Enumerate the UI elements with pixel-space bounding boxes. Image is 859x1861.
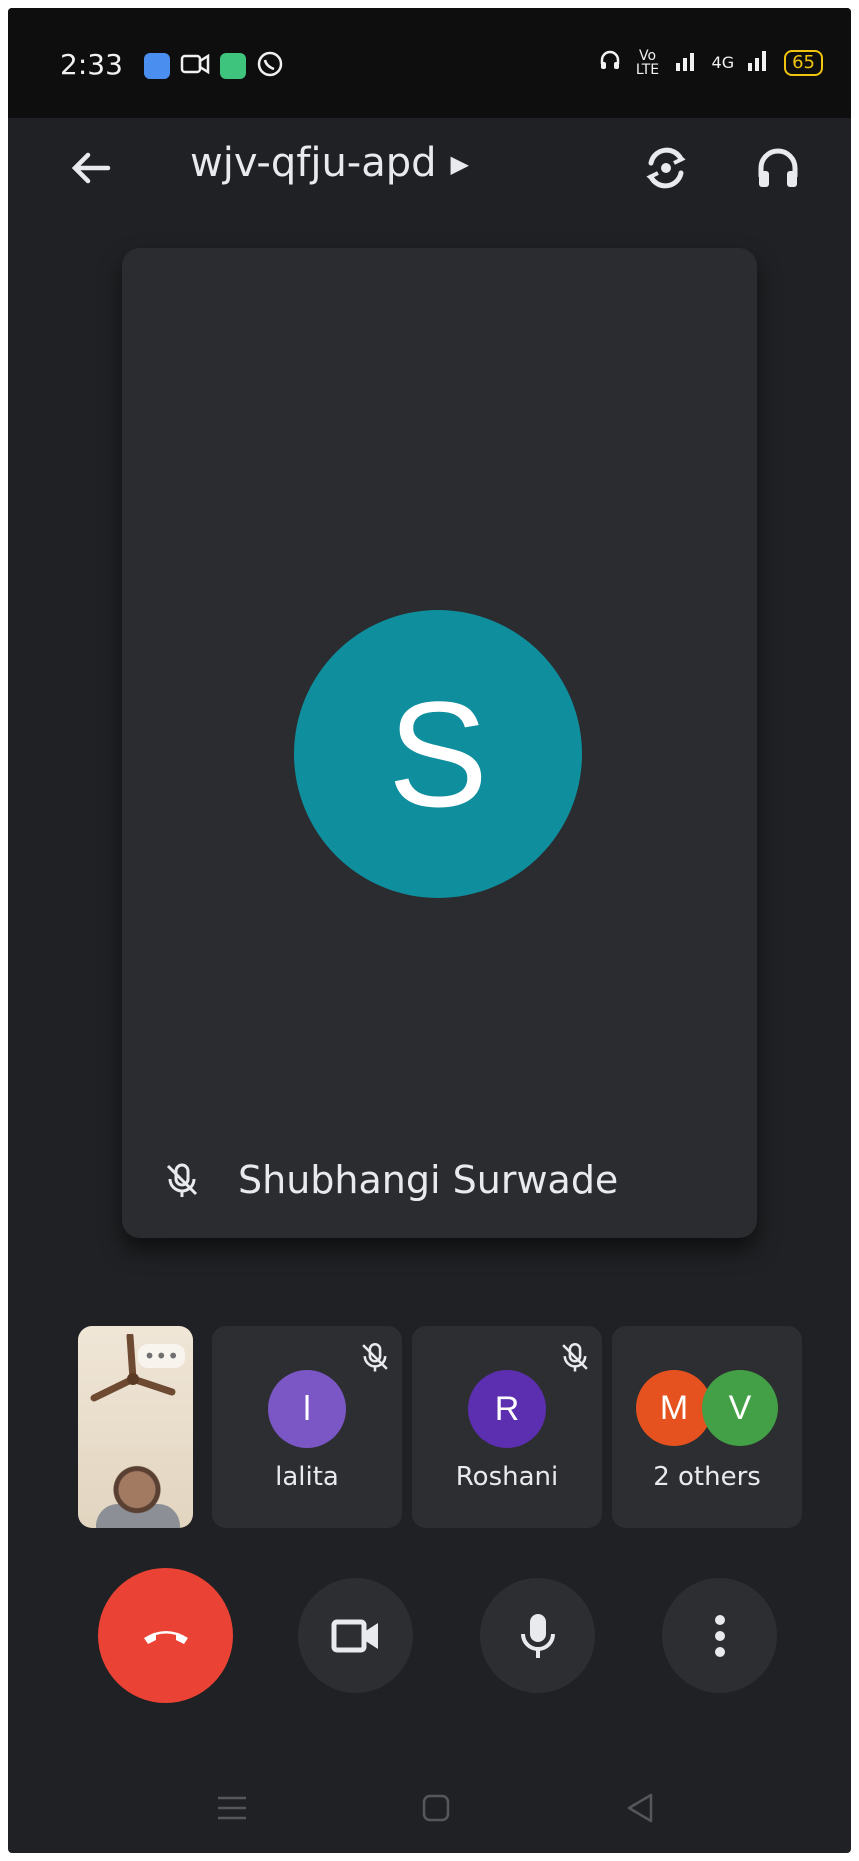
more-vert-icon (714, 1614, 725, 1657)
self-view-tile[interactable]: ••• (78, 1326, 193, 1528)
status-time: 2:33 (60, 48, 123, 81)
microphone-icon (520, 1613, 555, 1658)
call-controls (8, 1568, 851, 1708)
main-participant-tile[interactable]: S Shubhangi Surwade (122, 248, 757, 1238)
signal-icon-2 (746, 49, 772, 76)
app-green-icon (220, 53, 246, 79)
call-header: wjv-qfju-apd ▶ (8, 118, 851, 228)
nav-back-button[interactable] (620, 1788, 660, 1828)
volte-label: Vo LTE (635, 47, 660, 78)
meeting-title[interactable]: wjv-qfju-apd ▶ (190, 140, 469, 186)
participant-avatar: R (468, 1370, 546, 1448)
nav-home-button[interactable] (416, 1788, 456, 1828)
video-icon (180, 51, 210, 81)
app-blue-icon (144, 53, 170, 79)
switch-camera-button[interactable] (636, 138, 696, 198)
status-bar: 2:33 Vo LTE 4G 65 (8, 8, 851, 118)
screen: 2:33 Vo LTE 4G 65 wjv-qfju-apd ▶ S Shubh… (0, 0, 859, 1861)
participant-tile-lalita[interactable]: l lalita (212, 1326, 402, 1528)
meeting-code: wjv-qfju-apd (190, 140, 437, 186)
mic-off-icon (558, 1340, 592, 1378)
participant-name: Roshani (455, 1462, 559, 1492)
others-label: 2 others (653, 1462, 761, 1492)
participant-tile-others[interactable]: M V 2 others (612, 1326, 802, 1528)
menu-icon (218, 1796, 246, 1820)
status-indicators: Vo LTE 4G 65 (598, 48, 823, 77)
participant-avatar: l (268, 1370, 346, 1448)
headset-status-icon (598, 48, 622, 77)
participant-avatar: M (636, 1370, 712, 1446)
meet-call-screen: 2:33 Vo LTE 4G 65 wjv-qfju-apd ▶ S Shubh… (8, 8, 851, 1853)
participant-tile-roshani[interactable]: R Roshani (412, 1326, 602, 1528)
mic-off-icon (358, 1340, 392, 1378)
mic-off-icon (162, 1160, 202, 1204)
switch-camera-icon (646, 147, 686, 189)
battery-indicator: 65 (784, 49, 823, 76)
more-options-button[interactable] (662, 1578, 777, 1693)
main-participant-avatar: S (294, 610, 582, 898)
participant-name: lalita (275, 1462, 339, 1492)
signal-icon (674, 49, 700, 76)
arrow-back-icon (71, 152, 111, 184)
audio-output-button[interactable] (748, 138, 808, 198)
home-square-icon (422, 1794, 450, 1822)
headphones-icon (758, 148, 798, 187)
mic-toggle-button[interactable] (480, 1578, 595, 1693)
end-call-icon (143, 1630, 188, 1644)
participant-avatar: V (702, 1370, 778, 1446)
end-call-button[interactable] (98, 1568, 233, 1703)
back-button[interactable] (60, 138, 120, 198)
video-camera-icon (331, 1619, 378, 1652)
back-triangle-icon (627, 1793, 653, 1823)
camera-toggle-button[interactable] (298, 1578, 413, 1693)
status-notification-icons (144, 50, 284, 82)
caret-right-icon: ▶ (450, 150, 469, 178)
self-face-image (106, 1464, 168, 1528)
network-label: 4G (711, 53, 735, 72)
self-view-menu[interactable]: ••• (137, 1344, 185, 1368)
main-participant-name: Shubhangi Surwade (238, 1158, 619, 1202)
system-nav-bar (8, 1788, 851, 1848)
nav-menu-button[interactable] (212, 1788, 252, 1828)
whatsapp-icon (256, 50, 284, 82)
